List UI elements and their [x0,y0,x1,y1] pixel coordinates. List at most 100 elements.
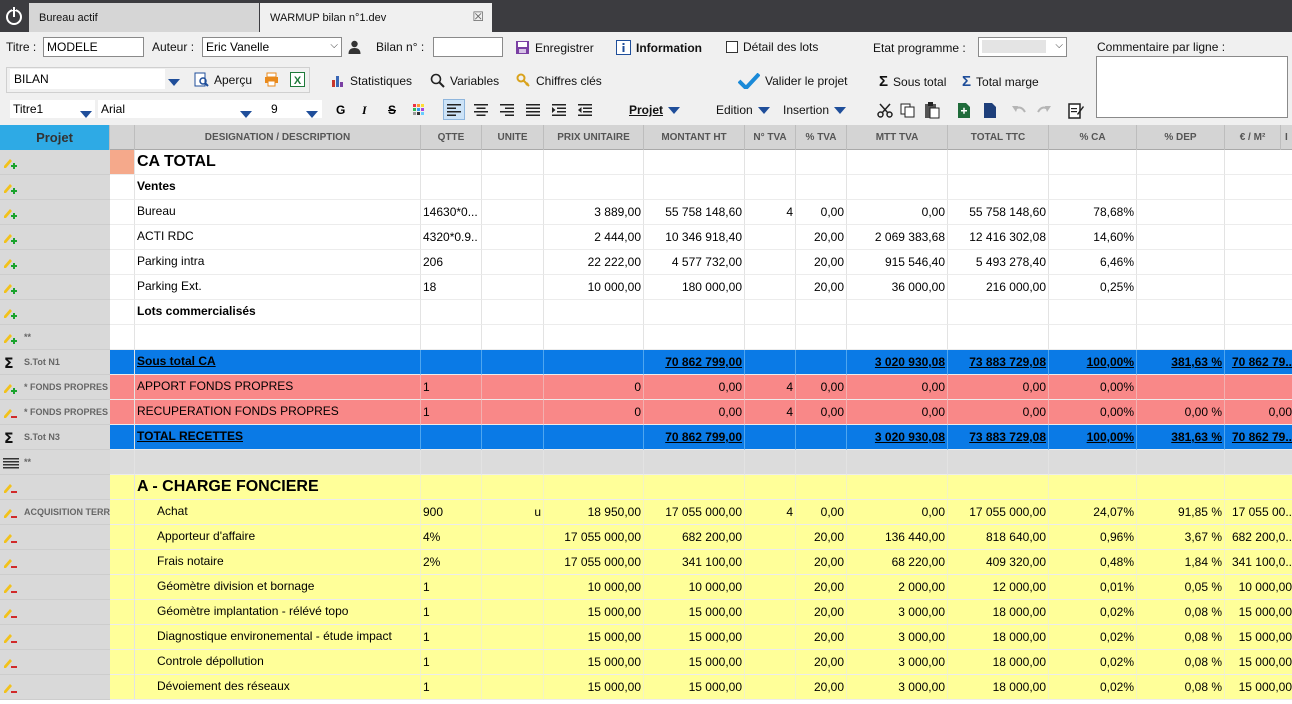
cell-num-tva[interactable] [745,300,796,325]
row-side-cell[interactable] [0,300,110,325]
cell-designation[interactable]: Sous total CA [135,350,421,375]
header-pct-ca[interactable]: % CA [1049,125,1137,150]
cell-mtt-tva[interactable]: 2 069 383,68 [847,225,948,250]
row-side-cell[interactable] [0,575,110,600]
edition-menu[interactable]: Edition [716,103,770,117]
cell-pct-dep[interactable]: 0,00 % [1137,400,1225,425]
cell-pct-dep[interactable]: 0,08 % [1137,625,1225,650]
cell-num-tva[interactable]: 4 [745,400,796,425]
cell-num-tva[interactable] [745,625,796,650]
cell-unite[interactable] [482,550,544,575]
cell-mtt-tva[interactable]: 0,00 [847,400,948,425]
cell-mtt-tva[interactable]: 3 020 930,08 [847,350,948,375]
cell-montant-ht[interactable]: 180 000,00 [644,275,745,300]
cell-mtt-tva[interactable] [847,325,948,350]
cell-pct-ca[interactable] [1049,325,1137,350]
cell-prix-unitaire[interactable] [544,475,644,500]
cell-pct-ca[interactable]: 78,68% [1049,200,1137,225]
chevron-down-icon[interactable] [168,75,180,89]
cell-designation[interactable]: Géomètre implantation - rélévé topo [135,600,421,625]
row-side-cell[interactable]: ** [0,325,110,350]
auteur-select[interactable]: Eric Vanelle ⌵ [202,37,342,57]
commentaire-textarea[interactable] [1096,56,1288,118]
cell-unite[interactable] [482,650,544,675]
row-side-cell[interactable] [0,250,110,275]
cell-eur-m2[interactable]: 15 000,00 [1225,650,1292,675]
cell-unite[interactable] [482,675,544,700]
header-unite[interactable]: UNITE [482,125,544,150]
cell-num-tva[interactable]: 4 [745,500,796,525]
cell-pct-ca[interactable]: 0,02% [1049,625,1137,650]
cell-total-ttc[interactable]: 5 493 278,40 [948,250,1049,275]
cell-pct-tva[interactable]: 20,00 [796,675,847,700]
cell-num-tva[interactable] [745,275,796,300]
information-button[interactable]: Information [616,40,702,55]
cell-eur-m2[interactable]: 15 000,00 [1225,675,1292,700]
cell-designation[interactable]: Diagnostique environemental - étude impa… [135,625,421,650]
cell-pct-tva[interactable]: 20,00 [796,525,847,550]
titre-input[interactable]: MODELE [43,37,144,57]
cell-total-ttc[interactable]: 12 416 302,08 [948,225,1049,250]
redo-icon[interactable] [1036,104,1052,117]
cell-pct-tva[interactable]: 20,00 [796,575,847,600]
cell-designation[interactable]: CA TOTAL [135,150,421,175]
row-side-cell[interactable] [0,200,110,225]
header-projet[interactable]: Projet [0,125,110,150]
cell-total-ttc[interactable] [948,300,1049,325]
cell-total-ttc[interactable] [948,325,1049,350]
row-side-cell[interactable] [0,675,110,700]
cell-qtte[interactable] [421,300,482,325]
strike-button[interactable]: S [388,103,396,117]
cell-designation[interactable] [135,325,421,350]
cell-qtte[interactable]: 1 [421,375,482,400]
cell-eur-m2[interactable] [1225,250,1292,275]
cell-pct-ca[interactable]: 6,46% [1049,250,1137,275]
cell-designation[interactable]: A - CHARGE FONCIERE [135,475,421,500]
cell-unite[interactable] [482,375,544,400]
cell-unite[interactable]: u [482,500,544,525]
paste-icon[interactable] [924,102,940,119]
cell-montant-ht[interactable] [644,450,745,475]
cell-qtte[interactable] [421,425,482,450]
cell-num-tva[interactable] [745,475,796,500]
table-row[interactable]: Géomètre implantation - rélévé topo 1 15 0… [0,600,1292,625]
copy-icon[interactable] [900,103,915,118]
cell-montant-ht[interactable] [644,475,745,500]
cell-prix-unitaire[interactable] [544,300,644,325]
cell-unite[interactable] [482,525,544,550]
pencil-plus-icon[interactable] [3,206,17,220]
cell-designation[interactable]: TOTAL RECETTES [135,425,421,450]
row-side-cell[interactable]: Σ S.Tot N1 [0,350,110,375]
bold-button[interactable]: G [336,103,345,117]
row-side-cell[interactable] [0,275,110,300]
header-designation[interactable]: DESIGNATION / DESCRIPTION [135,125,421,150]
cell-unite[interactable] [482,425,544,450]
cell-pct-dep[interactable] [1137,450,1225,475]
cell-pct-tva[interactable]: 0,00 [796,200,847,225]
cell-eur-m2[interactable] [1225,200,1292,225]
cell-pct-ca[interactable]: 24,07% [1049,500,1137,525]
cell-prix-unitaire[interactable] [544,175,644,200]
cell-num-tva[interactable] [745,575,796,600]
cell-prix-unitaire[interactable]: 0 [544,375,644,400]
cell-montant-ht[interactable]: 682 200,00 [644,525,745,550]
cell-montant-ht[interactable] [644,300,745,325]
cell-unite[interactable] [482,600,544,625]
cell-total-ttc[interactable] [948,175,1049,200]
cell-mtt-tva[interactable]: 0,00 [847,375,948,400]
cell-eur-m2[interactable] [1225,450,1292,475]
pencil-minus-icon[interactable] [3,631,17,645]
cell-qtte[interactable]: 1 [421,675,482,700]
pencil-plus-icon[interactable] [3,331,17,345]
cell-num-tva[interactable] [745,550,796,575]
tab-bureau-actif[interactable]: Bureau actif [29,3,259,32]
pencil-minus-icon[interactable] [3,531,17,545]
pencil-plus-icon[interactable] [3,281,17,295]
pencil-plus-icon[interactable] [3,231,17,245]
cell-num-tva[interactable] [745,650,796,675]
cell-qtte[interactable]: 1 [421,625,482,650]
table-row[interactable]: Frais notaire 2% 17 055 000,00 341 100,00 20… [0,550,1292,575]
cell-prix-unitaire[interactable] [544,425,644,450]
cell-pct-tva[interactable]: 20,00 [796,550,847,575]
cell-unite[interactable] [482,400,544,425]
